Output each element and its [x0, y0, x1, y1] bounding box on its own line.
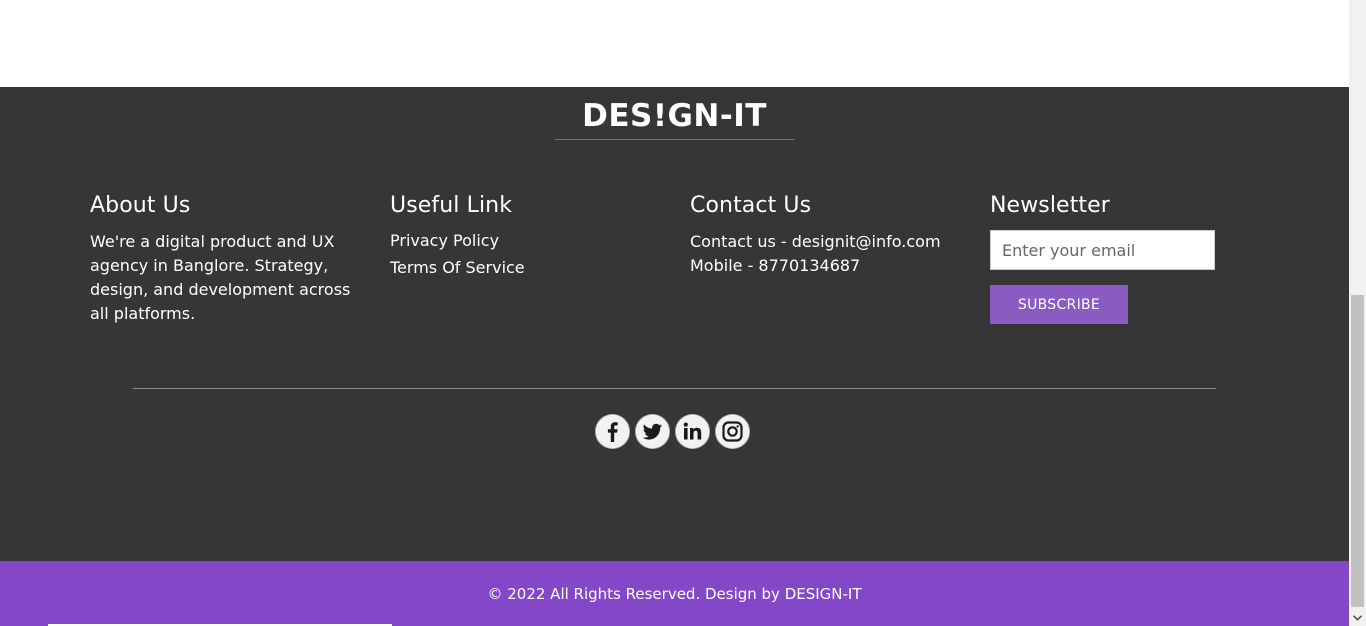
- newsletter-section: Newsletter SUBSCRIBE: [990, 193, 1270, 324]
- instagram-icon[interactable]: [715, 414, 750, 449]
- logo-underline: [555, 139, 794, 140]
- subscribe-button[interactable]: SUBSCRIBE: [990, 285, 1128, 324]
- scrollbar-thumb[interactable]: [1351, 295, 1364, 607]
- footer-divider: [133, 388, 1216, 389]
- facebook-icon[interactable]: [595, 414, 630, 449]
- contact-email: Contact us - designit@info.com: [690, 232, 941, 251]
- about-text: We're a digital product and UX agency in…: [90, 232, 351, 323]
- contact-section: Contact Us Contact us - designit@info.co…: [690, 193, 970, 278]
- linkedin-icon[interactable]: [675, 414, 710, 449]
- newsletter-email-input[interactable]: [990, 230, 1215, 270]
- twitter-icon[interactable]: [635, 414, 670, 449]
- about-title: About Us: [90, 193, 191, 218]
- privacy-policy-link[interactable]: Privacy Policy: [390, 227, 670, 254]
- useful-links-section: Useful Link Privacy Policy Terms Of Serv…: [390, 193, 670, 281]
- vertical-scrollbar[interactable]: [1349, 0, 1366, 626]
- about-section: About Us We're a digital product and UX …: [90, 193, 360, 326]
- copyright-bar: © 2022 All Rights Reserved. Design by DE…: [0, 561, 1349, 626]
- terms-of-service-link[interactable]: Terms Of Service: [390, 254, 670, 281]
- contact-title: Contact Us: [690, 193, 812, 218]
- social-links: [595, 414, 750, 449]
- contact-mobile: Mobile - 8770134687: [690, 256, 861, 275]
- scroll-down-arrow-icon[interactable]: [1349, 609, 1366, 626]
- newsletter-title: Newsletter: [990, 193, 1110, 218]
- copyright-text: © 2022 All Rights Reserved. Design by DE…: [487, 584, 862, 603]
- footer-logo[interactable]: DES!GN-IT: [555, 98, 794, 134]
- page-content-area: [0, 0, 1349, 87]
- useful-links-title: Useful Link: [390, 193, 513, 218]
